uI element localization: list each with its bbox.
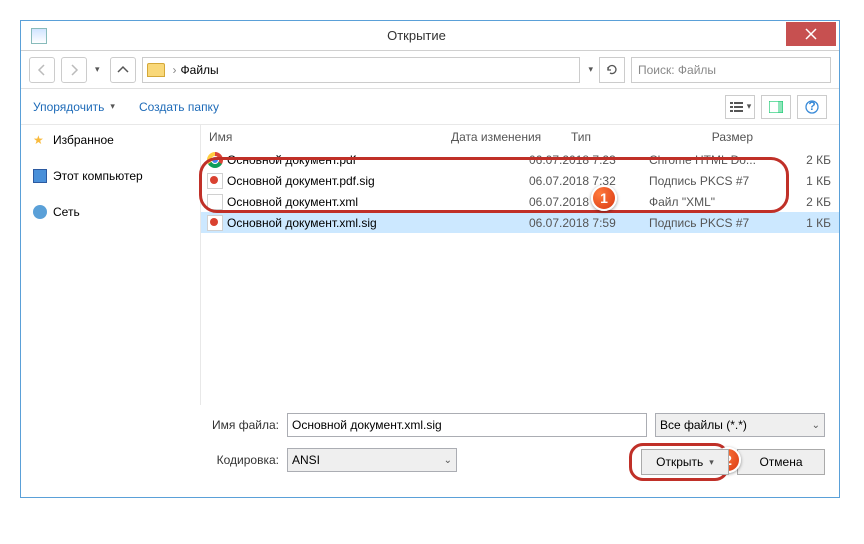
preview-pane-button[interactable]: [761, 95, 791, 119]
chevron-down-icon: ▾: [747, 101, 752, 112]
signature-icon: [207, 215, 223, 231]
history-dropdown[interactable]: ▾: [95, 64, 100, 75]
refresh-button[interactable]: [599, 57, 625, 83]
encoding-label: Кодировка:: [35, 453, 279, 467]
help-button[interactable]: ?: [797, 95, 827, 119]
path-dropdown[interactable]: ▾: [588, 64, 593, 75]
search-placeholder: Поиск: Файлы: [638, 63, 716, 77]
chevron-down-icon: ⌄: [444, 455, 452, 466]
file-open-dialog: Открытие ▾ › Файлы ▾ Поиск: Файлы Упо: [20, 20, 840, 498]
sidebar: ★ Избранное Этот компьютер Сеть: [21, 125, 201, 405]
column-headers: Имя Дата изменения Тип Размер: [201, 125, 839, 149]
window-title: Открытие: [47, 28, 786, 43]
column-size[interactable]: Размер: [701, 130, 761, 144]
file-row[interactable]: Основной документ.pdf 06.07.2018 7:23 Ch…: [201, 149, 839, 170]
path-separator-icon: ›: [173, 63, 177, 77]
body: ★ Избранное Этот компьютер Сеть Имя Дата…: [21, 125, 839, 405]
chevron-down-icon: ⌄: [812, 420, 820, 431]
computer-icon: [33, 169, 47, 183]
xml-icon: [207, 194, 223, 210]
app-icon: [31, 28, 47, 44]
up-button[interactable]: [110, 57, 136, 83]
chrome-icon: [207, 152, 223, 168]
svg-text:?: ?: [808, 100, 815, 113]
column-type[interactable]: Тип: [571, 130, 701, 144]
callout-badge-1: 1: [591, 185, 617, 211]
close-button[interactable]: [786, 22, 836, 46]
file-row[interactable]: Основной документ.xml 06.07.2018 7:23 Фа…: [201, 191, 839, 212]
toolbar: Упорядочить ▾ Создать папку ▾ ?: [21, 89, 839, 125]
address-bar[interactable]: › Файлы: [142, 57, 581, 83]
new-folder-button[interactable]: Создать папку: [139, 100, 219, 114]
sidebar-this-pc[interactable]: Этот компьютер: [21, 165, 200, 187]
path-segment[interactable]: Файлы: [181, 63, 219, 77]
sidebar-favorites[interactable]: ★ Избранное: [21, 129, 200, 151]
file-list: Основной документ.pdf 06.07.2018 7:23 Ch…: [201, 149, 839, 405]
close-icon: [805, 28, 817, 40]
bottom-panel: Имя файла: Все файлы (*.*) ⌄ Кодировка: …: [21, 405, 839, 497]
sidebar-network[interactable]: Сеть: [21, 201, 200, 223]
open-button[interactable]: Открыть ▾: [641, 449, 729, 475]
column-date[interactable]: Дата изменения: [451, 130, 571, 144]
file-type-filter[interactable]: Все файлы (*.*) ⌄: [655, 413, 825, 437]
filename-input[interactable]: [287, 413, 647, 437]
column-name[interactable]: Имя: [201, 130, 451, 144]
list-view-icon: [729, 101, 745, 113]
preview-icon: [769, 101, 783, 113]
navigation-bar: ▾ › Файлы ▾ Поиск: Файлы: [21, 51, 839, 89]
back-button[interactable]: [29, 57, 55, 83]
search-input[interactable]: Поиск: Файлы: [631, 57, 831, 83]
file-row[interactable]: Основной документ.pdf.sig 06.07.2018 7:3…: [201, 170, 839, 191]
file-list-area: Имя Дата изменения Тип Размер Основной д…: [201, 125, 839, 405]
arrow-up-icon: [116, 63, 130, 77]
star-icon: ★: [33, 133, 47, 147]
help-icon: ?: [805, 100, 819, 114]
network-icon: [33, 205, 47, 219]
chevron-down-icon: ▾: [709, 457, 714, 468]
filename-label: Имя файла:: [35, 418, 279, 432]
titlebar: Открытие: [21, 21, 839, 51]
chevron-down-icon: ▾: [110, 101, 115, 112]
arrow-right-icon: [67, 63, 81, 77]
encoding-select[interactable]: ANSI ⌄: [287, 448, 457, 472]
arrow-left-icon: [35, 63, 49, 77]
refresh-icon: [605, 63, 619, 77]
organize-menu[interactable]: Упорядочить ▾: [33, 100, 115, 114]
forward-button[interactable]: [61, 57, 87, 83]
view-options-button[interactable]: ▾: [725, 95, 755, 119]
folder-icon: [147, 63, 165, 77]
cancel-button[interactable]: Отмена: [737, 449, 825, 475]
file-row[interactable]: Основной документ.xml.sig 06.07.2018 7:5…: [201, 212, 839, 233]
signature-icon: [207, 173, 223, 189]
